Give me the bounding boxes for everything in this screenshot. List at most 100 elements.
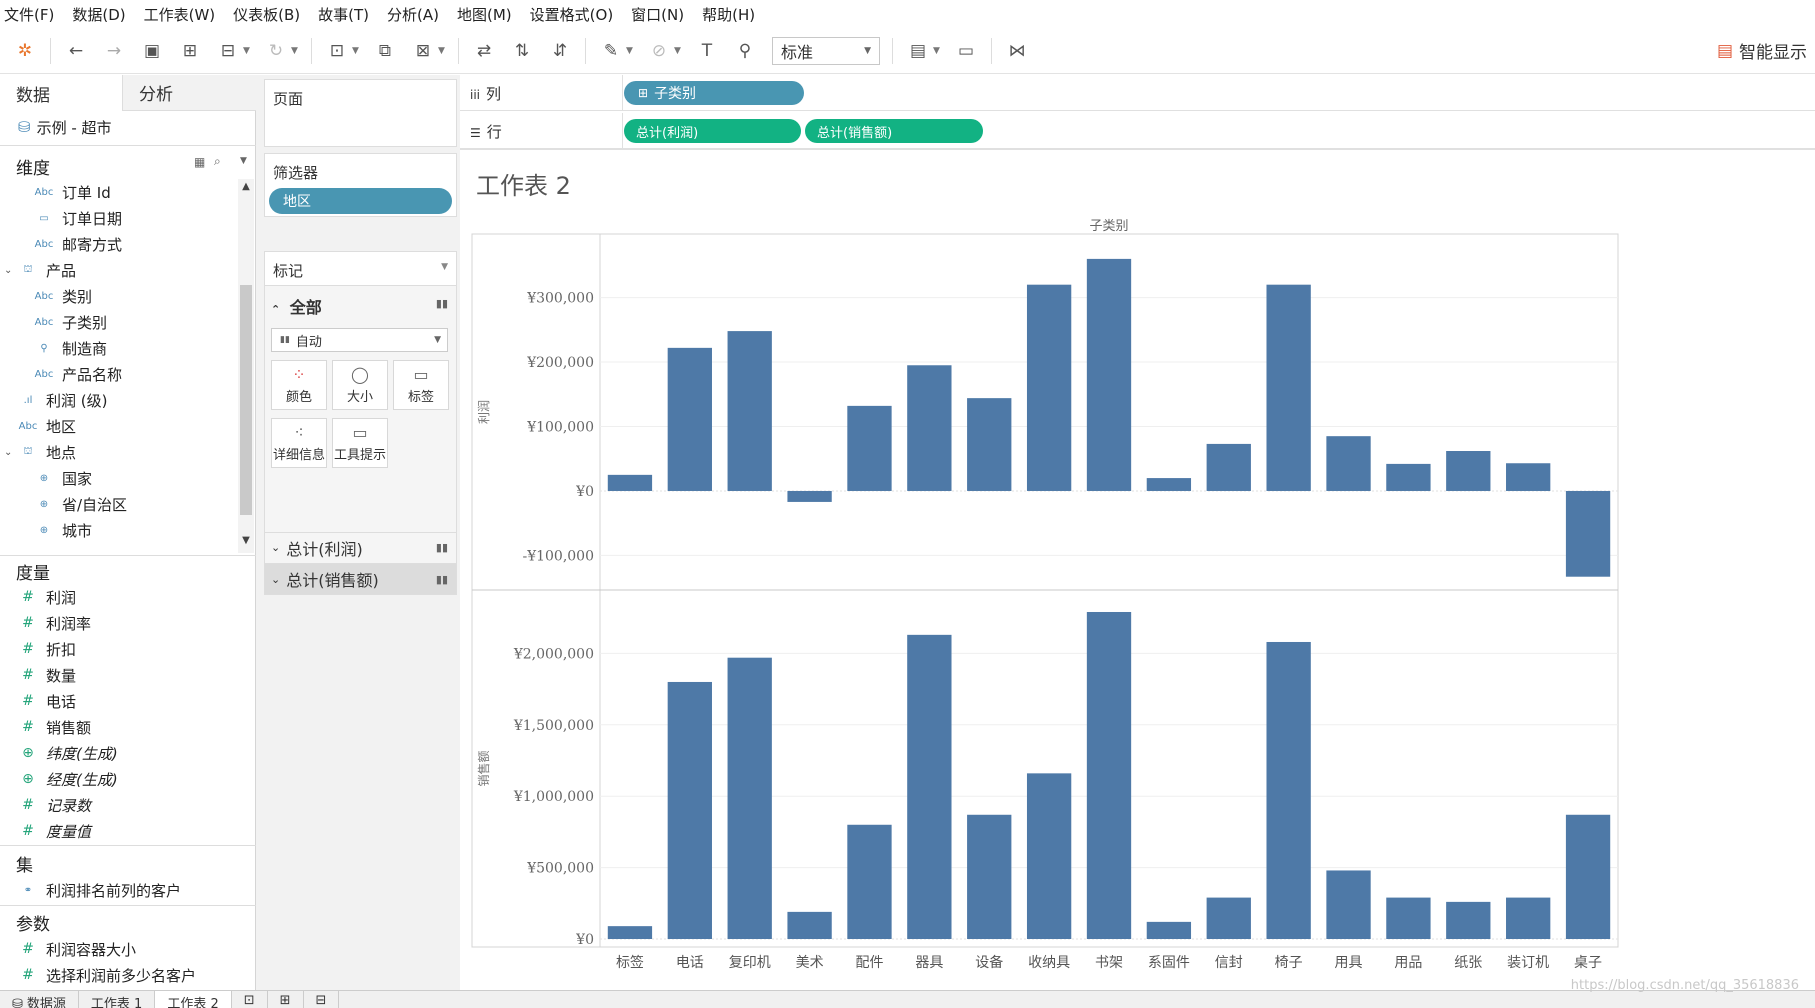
mark-type-dropdown[interactable]: ▮▮ 自动 ▼ xyxy=(271,328,448,352)
rows-pill-sales[interactable]: 总计(销售额) xyxy=(805,119,983,143)
chevron-down-icon[interactable]: ▼ xyxy=(243,46,251,56)
bar-chart[interactable]: 子类别 -¥100,000 ¥0 ¥100,000 ¥200,000 ¥300,000 利润… xyxy=(460,150,1815,990)
scrollbar-thumb[interactable] xyxy=(240,285,252,515)
label-button[interactable]: ▭ 标签 xyxy=(393,360,449,410)
chevron-down-icon[interactable]: ▼ xyxy=(291,46,299,56)
chevron-down-icon[interactable]: ▼ xyxy=(674,46,682,56)
size-button[interactable]: ◯ 大小 xyxy=(332,360,388,410)
sort-descending-icon[interactable]: ⇵ xyxy=(547,38,573,64)
dimensions-scrollbar[interactable]: ▲ ▼ xyxy=(238,179,254,553)
new-story-tab-icon[interactable]: ⊟ xyxy=(303,991,340,1008)
redo-icon[interactable]: → xyxy=(101,38,127,64)
dimension-field[interactable]: ⊕ 国家 xyxy=(34,466,92,490)
view-toggle-icon[interactable]: ▦ xyxy=(194,155,205,169)
dimension-field[interactable]: ⊕ 省/自治区 xyxy=(34,492,127,516)
dimension-field[interactable]: ▭ 订单日期 xyxy=(34,206,122,230)
rows-pill-profit[interactable]: 总计(利润) xyxy=(624,119,801,143)
undo-icon[interactable]: ← xyxy=(63,38,89,64)
duplicate-sheet-icon[interactable]: ⧉ xyxy=(372,38,398,64)
search-icon[interactable]: ⌕ xyxy=(214,154,221,169)
new-dashboard-tab-icon[interactable]: ⊞ xyxy=(267,991,304,1008)
fix-axes-icon[interactable]: ⚲ xyxy=(732,38,758,64)
show-labels-icon[interactable]: T xyxy=(694,38,720,64)
param-item[interactable]: # 利润容器大小 xyxy=(18,937,136,961)
tooltip-button[interactable]: ▭ 工具提示 xyxy=(332,418,388,468)
marks-all-header[interactable]: ⌃ 全部 xyxy=(271,294,322,318)
marks-card-sales[interactable]: ⌄ 总计(销售额) ▮▮ xyxy=(265,563,456,594)
fit-dropdown[interactable]: 标准 ▼ xyxy=(772,36,880,65)
menu-window[interactable]: 窗口(N) xyxy=(631,4,684,25)
worksheet-view[interactable]: 工作表 2 子类别 -¥100,000 ¥0 ¥100,000 ¥200,000 ¥300… xyxy=(460,149,1815,989)
dimension-field[interactable]: Abc 产品名称 xyxy=(34,362,122,386)
set-item[interactable]: ⚭ 利润排名前列的客户 xyxy=(18,878,181,902)
pause-updates-icon[interactable]: ⊟ xyxy=(215,38,241,64)
tab-sheet-2[interactable]: 工作表 2 xyxy=(155,991,232,1008)
chevron-up-icon[interactable]: ▲ xyxy=(238,181,254,192)
new-worksheet-tab-icon[interactable]: ⊡ xyxy=(231,991,268,1008)
menu-help[interactable]: 帮助(H) xyxy=(702,4,755,25)
sort-ascending-icon[interactable]: ⇅ xyxy=(509,38,535,64)
dimension-field[interactable]: Abc 邮寄方式 xyxy=(34,232,122,256)
dimension-field[interactable]: Abc 类别 xyxy=(34,284,92,308)
show-cards-icon[interactable]: ▤ xyxy=(905,38,931,64)
dimension-field[interactable]: ⚲ 制造商 xyxy=(34,336,107,360)
chevron-down-icon[interactable]: ▼ xyxy=(240,156,247,166)
measure-field[interactable]: ⊕ 经度(生成) xyxy=(18,767,118,791)
menu-data[interactable]: 数据(D) xyxy=(72,4,125,25)
highlight-icon[interactable]: ✎ xyxy=(598,38,624,64)
marks-card-profit[interactable]: ⌄ 总计(利润) ▮▮ xyxy=(265,532,456,562)
chevron-down-icon[interactable]: ⌄ xyxy=(4,447,14,458)
measure-field[interactable]: # 折扣 xyxy=(18,637,76,661)
menu-dashboard[interactable]: 仪表板(B) xyxy=(233,4,300,25)
rows-shelf[interactable]: ☰ 行 总计(利润) 总计(销售额) xyxy=(460,113,1815,149)
pages-card[interactable]: 页面 xyxy=(264,79,457,147)
tab-datasource[interactable]: ⛁ 数据源 xyxy=(0,991,79,1008)
new-worksheet-icon[interactable]: ⊡ xyxy=(324,38,350,64)
measure-field[interactable]: # 销售额 xyxy=(18,715,91,739)
dimension-field[interactable]: ⊕ 城市 xyxy=(34,518,92,542)
columns-shelf[interactable]: iii 列 ⊞ 子类别 xyxy=(460,75,1815,111)
show-me-button[interactable]: ▤ 智能显示 xyxy=(1717,38,1807,64)
menu-worksheet[interactable]: 工作表(W) xyxy=(144,4,216,25)
dimension-field[interactable]: Abc 地区 xyxy=(18,414,76,438)
save-icon[interactable]: ▣ xyxy=(139,38,165,64)
refresh-icon[interactable]: ↻ xyxy=(263,38,289,64)
detail-button[interactable]: ⁖ 详细信息 xyxy=(271,418,327,468)
menu-file[interactable]: 文件(F) xyxy=(4,4,54,25)
filters-card[interactable]: 筛选器 地区 xyxy=(264,153,457,217)
share-icon[interactable]: ⋈ xyxy=(1004,38,1030,64)
tab-analysis[interactable]: 分析 xyxy=(122,75,256,111)
menu-map[interactable]: 地图(M) xyxy=(457,4,512,25)
columns-pill-subcategory[interactable]: ⊞ 子类别 xyxy=(624,81,804,105)
chevron-down-icon[interactable]: ⌄ xyxy=(4,265,14,276)
dimension-field[interactable]: ⌄ ⛫ 产品 xyxy=(4,258,76,282)
dimension-field[interactable]: ⌄ ⛫ 地点 xyxy=(4,440,76,464)
chevron-down-icon[interactable]: ▼ xyxy=(626,46,634,56)
filter-pill[interactable]: 地区 xyxy=(269,188,452,214)
menu-analysis[interactable]: 分析(A) xyxy=(387,4,439,25)
tableau-logo-icon[interactable]: ✲ xyxy=(12,38,38,64)
param-item[interactable]: # 选择利润前多少名客户 xyxy=(18,963,196,987)
chevron-down-icon[interactable]: ▼ xyxy=(933,46,941,56)
measure-field[interactable]: # 利润率 xyxy=(18,611,91,635)
menu-story[interactable]: 故事(T) xyxy=(318,4,369,25)
datasource-item[interactable]: ⛁ 示例 - 超市 xyxy=(18,115,112,139)
clear-sheet-icon[interactable]: ⊠ xyxy=(410,38,436,64)
swap-rows-columns-icon[interactable]: ⇄ xyxy=(471,38,497,64)
chevron-down-icon[interactable]: ▼ xyxy=(352,46,360,56)
measure-field[interactable]: ⊕ 纬度(生成) xyxy=(18,741,118,765)
menu-format[interactable]: 设置格式(O) xyxy=(530,4,614,25)
measure-field[interactable]: # 记录数 xyxy=(18,793,91,817)
presentation-mode-icon[interactable]: ▭ xyxy=(953,38,979,64)
dimension-field[interactable]: Abc 订单 Id xyxy=(34,180,111,204)
group-members-icon[interactable]: ⊘ xyxy=(646,38,672,64)
chevron-down-icon[interactable]: ▼ xyxy=(441,262,448,272)
color-button[interactable]: ⁘ 颜色 xyxy=(271,360,327,410)
measure-field[interactable]: # 数量 xyxy=(18,663,76,687)
measure-field[interactable]: # 电话 xyxy=(18,689,76,713)
chevron-down-icon[interactable]: ▼ xyxy=(238,535,254,546)
tab-sheet-1[interactable]: 工作表 1 xyxy=(78,991,156,1008)
dimension-field[interactable]: .ıl 利润 (级) xyxy=(18,388,108,412)
tab-data[interactable]: 数据 xyxy=(0,75,122,111)
new-datasource-icon[interactable]: ⊞ xyxy=(177,38,203,64)
